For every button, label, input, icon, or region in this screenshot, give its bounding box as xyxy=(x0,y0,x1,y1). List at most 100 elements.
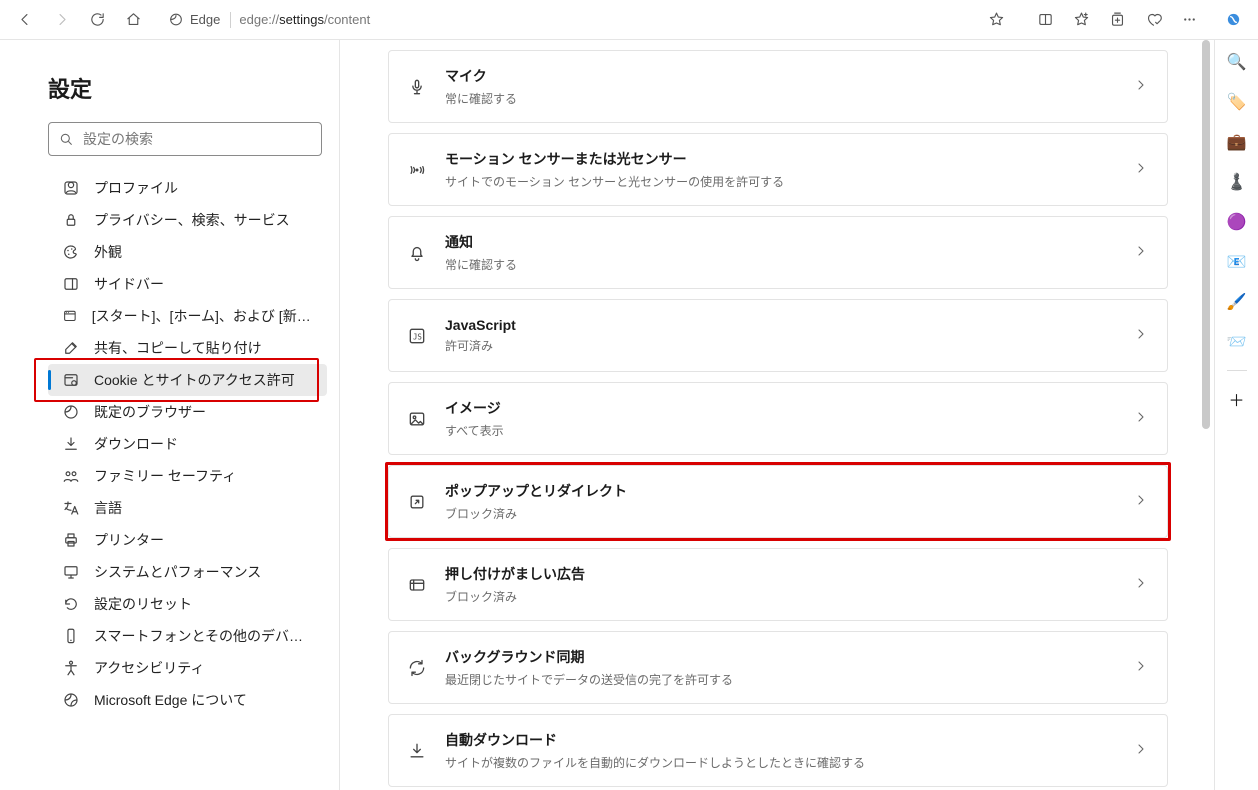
permission-desc: ブロック済み xyxy=(445,505,1115,522)
nav-label: 既定のブラウザー xyxy=(94,402,206,422)
chevron-right-icon xyxy=(1133,492,1149,511)
url-text: edge://settings/content xyxy=(239,12,370,27)
permission-title: 自動ダウンロード xyxy=(445,730,1115,750)
favorites-button[interactable] xyxy=(1064,4,1098,36)
nav-item-startup[interactable]: [スタート]、[ホーム]、および [新規] タブ xyxy=(48,300,327,332)
nav-item-downloads[interactable]: ダウンロード xyxy=(48,428,327,460)
settings-search xyxy=(48,122,327,156)
refresh-button[interactable] xyxy=(80,4,114,36)
settings-sidebar: 設定 プロファイルプライバシー、検索、サービス外観サイドバー [スタート]、[ホー… xyxy=(0,40,340,790)
nav-item-about[interactable]: Microsoft Edge について xyxy=(48,684,327,716)
printers-icon xyxy=(62,531,80,549)
startup-icon xyxy=(62,307,78,325)
permission-sync[interactable]: バックグラウンド同期最近閉じたサイトでデータの送受信の完了を許可する xyxy=(388,631,1168,704)
chevron-right-icon xyxy=(1133,160,1149,179)
nav-item-profile[interactable]: プロファイル xyxy=(48,172,327,204)
nav-label: 設定のリセット xyxy=(94,594,192,614)
nav-item-sidebar[interactable]: サイドバー xyxy=(48,268,327,300)
permission-mic[interactable]: マイク常に確認する xyxy=(388,50,1168,123)
permission-js[interactable]: JSJavaScript許可済み xyxy=(388,299,1168,372)
nav-item-appearance[interactable]: 外観 xyxy=(48,236,327,268)
nav-label: プリンター xyxy=(94,530,164,550)
permission-image[interactable]: イメージすべて表示 xyxy=(388,382,1168,455)
system-icon xyxy=(62,563,80,581)
permission-title: イメージ xyxy=(445,398,1115,418)
favorite-button[interactable] xyxy=(982,6,1010,34)
nav-item-printers[interactable]: プリンター xyxy=(48,524,327,556)
nav-item-privacy[interactable]: プライバシー、検索、サービス xyxy=(48,204,327,236)
copilot-button[interactable] xyxy=(1216,4,1250,36)
permission-title: ポップアップとリダイレクト xyxy=(445,481,1115,501)
appearance-icon xyxy=(62,243,80,261)
page-scrollbar[interactable] xyxy=(1200,40,1212,788)
phone-icon xyxy=(62,627,80,645)
nav-label: ダウンロード xyxy=(94,434,178,454)
image-icon xyxy=(407,409,427,429)
nav-item-reset[interactable]: 設定のリセット xyxy=(48,588,327,620)
permission-list: マイク常に確認するモーション センサーまたは光センサーサイトでのモーション セン… xyxy=(388,50,1168,790)
nav-item-phone[interactable]: スマートフォンとその他のデバイス xyxy=(48,620,327,652)
chevron-right-icon xyxy=(1133,77,1149,96)
home-button[interactable] xyxy=(116,4,150,36)
nav-label: スマートフォンとその他のデバイス xyxy=(94,626,315,646)
edge-sidebar: 🔍 🏷️ 💼 ♟️ 🟣 📧 🖌️ 📨 ＋ xyxy=(1214,40,1258,790)
languages-icon xyxy=(62,499,80,517)
permission-ads[interactable]: 押し付けがましい広告ブロック済み xyxy=(388,548,1168,621)
reset-icon xyxy=(62,595,80,613)
chevron-right-icon xyxy=(1133,741,1149,760)
sidebar-shopping-icon[interactable]: 🏷️ xyxy=(1223,88,1251,116)
permission-title: 通知 xyxy=(445,232,1115,252)
permission-popup[interactable]: ポップアップとリダイレクトブロック済み xyxy=(388,465,1168,538)
permission-sensor[interactable]: モーション センサーまたは光センサーサイトでのモーション センサーと光センサーの… xyxy=(388,133,1168,206)
nav-label: サイドバー xyxy=(94,274,164,294)
nav-item-cookies[interactable]: Cookie とサイトのアクセス許可 xyxy=(48,364,327,396)
permission-download[interactable]: 自動ダウンロードサイトが複数のファイルを自動的にダウンロードしようとしたときに確… xyxy=(388,714,1168,787)
permission-desc: 許可済み xyxy=(445,337,1115,354)
sidebar-designer-icon[interactable]: 🖌️ xyxy=(1223,288,1251,316)
sidebar-search-icon[interactable]: 🔍 xyxy=(1223,48,1251,76)
nav-item-languages[interactable]: 言語 xyxy=(48,492,327,524)
nav-label: 外観 xyxy=(94,242,122,262)
split-screen-button[interactable] xyxy=(1028,4,1062,36)
nav-label: 共有、コピーして貼り付け xyxy=(94,338,262,358)
sidebar-drop-icon[interactable]: 📨 xyxy=(1223,328,1251,356)
svg-text:JS: JS xyxy=(413,332,423,341)
permission-desc: 常に確認する xyxy=(445,256,1115,273)
family-icon xyxy=(62,467,80,485)
browser-essentials-button[interactable] xyxy=(1136,4,1170,36)
sidebar-games-icon[interactable]: ♟️ xyxy=(1223,168,1251,196)
more-button[interactable] xyxy=(1172,4,1206,36)
settings-nav: プロファイルプライバシー、検索、サービス外観サイドバー [スタート]、[ホーム]、… xyxy=(48,172,327,716)
nav-label: ファミリー セーフティ xyxy=(94,466,236,486)
settings-search-input[interactable] xyxy=(48,122,322,156)
popup-icon xyxy=(407,492,427,512)
nav-item-default-browser[interactable]: 既定のブラウザー xyxy=(48,396,327,428)
mic-icon xyxy=(407,77,427,97)
settings-title: 設定 xyxy=(48,72,327,104)
permission-desc: 常に確認する xyxy=(445,90,1115,107)
share-icon xyxy=(62,339,80,357)
sidebar-tools-icon[interactable]: 💼 xyxy=(1223,128,1251,156)
permission-bell[interactable]: 通知常に確認する xyxy=(388,216,1168,289)
sidebar-m365-icon[interactable]: 🟣 xyxy=(1223,208,1251,236)
sidebar-add-icon[interactable]: ＋ xyxy=(1223,385,1251,413)
settings-page: 設定 プロファイルプライバシー、検索、サービス外観サイドバー [スタート]、[ホー… xyxy=(0,40,1214,790)
privacy-icon xyxy=(62,211,80,229)
cookies-icon xyxy=(62,371,80,389)
nav-item-share[interactable]: 共有、コピーして貼り付け xyxy=(48,332,327,364)
nav-item-accessibility[interactable]: アクセシビリティ xyxy=(48,652,327,684)
about-icon xyxy=(62,691,80,709)
edge-icon xyxy=(168,12,184,28)
profile-icon xyxy=(62,179,80,197)
permission-desc: すべて表示 xyxy=(445,422,1115,439)
sidebar-outlook-icon[interactable]: 📧 xyxy=(1223,248,1251,276)
address-bar[interactable]: Edge edge://settings/content xyxy=(158,4,1020,36)
sidebar-separator xyxy=(1227,370,1247,371)
nav-item-family[interactable]: ファミリー セーフティ xyxy=(48,460,327,492)
ads-icon xyxy=(407,575,427,595)
back-button[interactable] xyxy=(8,4,42,36)
collections-button[interactable] xyxy=(1100,4,1134,36)
permission-desc: サイトでのモーション センサーと光センサーの使用を許可する xyxy=(445,173,1115,190)
forward-button xyxy=(44,4,78,36)
nav-item-system[interactable]: システムとパフォーマンス xyxy=(48,556,327,588)
